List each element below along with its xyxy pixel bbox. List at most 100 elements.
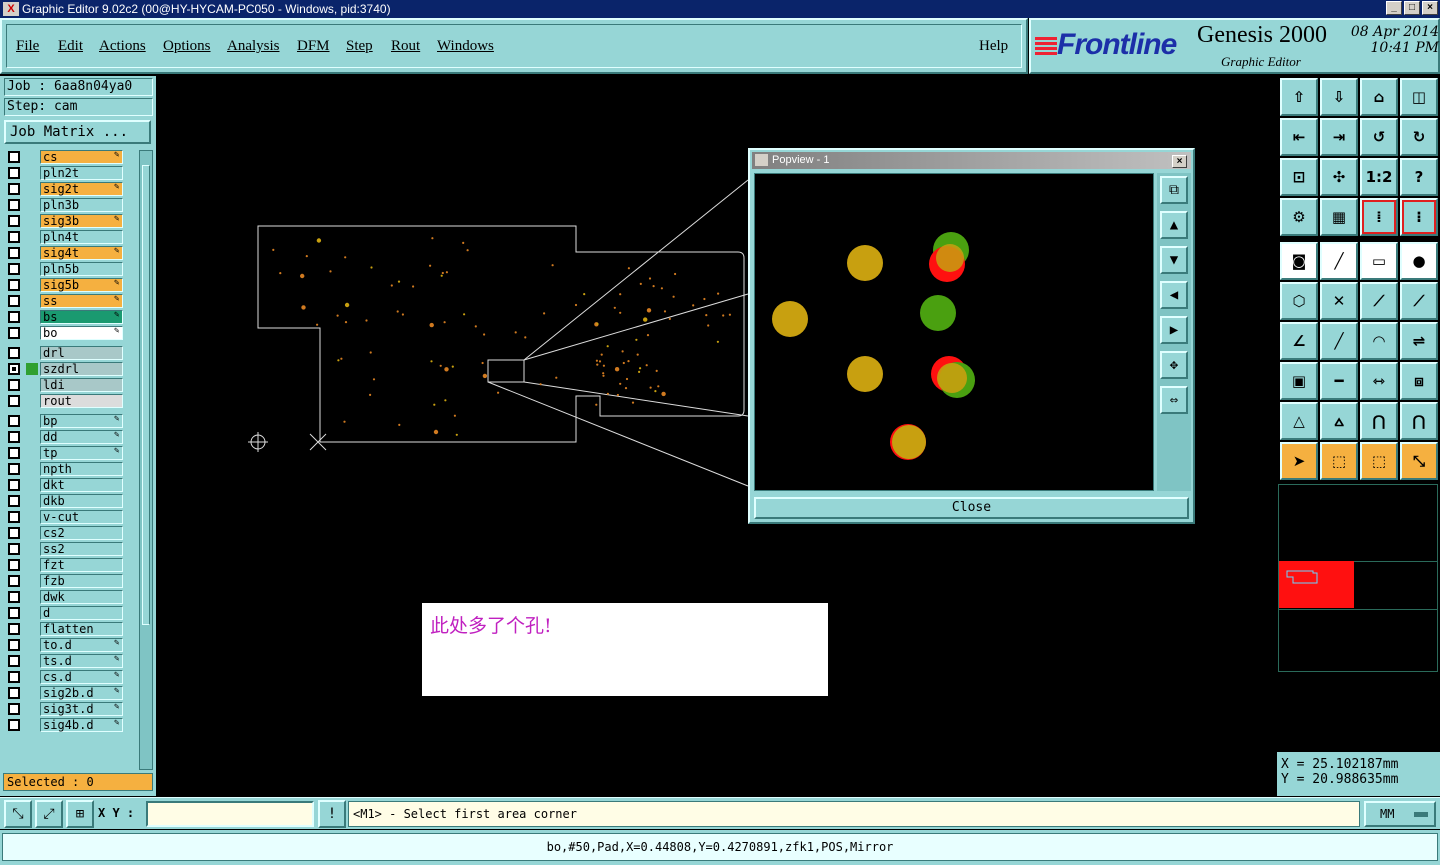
layer-row[interactable]: dkb <box>4 494 139 508</box>
snap-center-icon[interactable]: ⁝ <box>1400 198 1438 236</box>
mirror-text-icon[interactable]: ⇌ <box>1400 322 1438 360</box>
layer-checkbox[interactable] <box>8 719 20 731</box>
measure-diagonal-icon[interactable]: ⤢ <box>35 800 63 828</box>
layer-name[interactable]: sig4b.d <box>40 718 123 732</box>
layer-checkbox[interactable] <box>8 543 20 555</box>
layer-checkbox[interactable] <box>8 463 20 475</box>
layer-name[interactable]: drl <box>40 346 123 360</box>
help-icon[interactable]: ? <box>1400 158 1438 196</box>
line-end-icon[interactable]: ⟋ <box>1400 282 1438 320</box>
layer-name[interactable]: rout <box>40 394 123 408</box>
redraw-icon[interactable]: ↻ <box>1400 118 1438 156</box>
zoom-center-icon[interactable]: ✣ <box>1320 158 1358 196</box>
layer-checkbox[interactable] <box>8 703 20 715</box>
layer-name[interactable]: ldi <box>40 378 123 392</box>
layer-row[interactable]: pln4t <box>4 230 139 244</box>
layer-name[interactable]: bo <box>40 326 123 340</box>
overview-viewport[interactable] <box>1279 561 1354 608</box>
pad-select-icon[interactable]: ▣ <box>1280 362 1318 400</box>
layer-name[interactable]: sig4t <box>40 246 123 260</box>
layer-row[interactable]: to.d ✎ <box>4 638 139 652</box>
pan-down-icon[interactable]: ▼ <box>1160 246 1188 274</box>
window-layout-icon[interactable]: ◫ <box>1400 78 1438 116</box>
layer-row[interactable]: sig3t.d ✎ <box>4 702 139 716</box>
layer-row[interactable]: bs ✎ <box>4 310 139 324</box>
layer-name[interactable]: dwk <box>40 590 123 604</box>
layer-row[interactable]: cs.d ✎ <box>4 670 139 684</box>
layer-name[interactable]: npth <box>40 462 123 476</box>
layer-row[interactable]: sig3b ✎ <box>4 214 139 228</box>
layer-checkbox[interactable] <box>8 687 20 699</box>
add-pad-icon[interactable]: ◙ <box>1280 242 1318 280</box>
menu-rout[interactable]: Rout <box>391 38 420 55</box>
connect-icon[interactable]: ⬡ <box>1280 282 1318 320</box>
move-right-icon[interactable]: ⇥ <box>1320 118 1358 156</box>
layer-name[interactable]: sig5b <box>40 278 123 292</box>
triangle-icon[interactable]: △ <box>1280 402 1318 440</box>
triangle-up-icon[interactable]: ⩟ <box>1320 402 1358 440</box>
layer-checkbox[interactable] <box>8 623 20 635</box>
layer-row[interactable]: bp ✎ <box>4 414 139 428</box>
popview-canvas[interactable] <box>754 173 1154 491</box>
open-step-icon[interactable]: ⇧ <box>1280 78 1318 116</box>
units-select[interactable]: MM <box>1364 801 1436 827</box>
layer-row[interactable]: pln2t <box>4 166 139 180</box>
layer-name[interactable]: cs.d <box>40 670 123 684</box>
layer-checkbox[interactable] <box>8 607 20 619</box>
layer-row[interactable]: dwk <box>4 590 139 604</box>
layer-checkbox[interactable] <box>8 311 20 323</box>
layer-checkbox[interactable] <box>8 199 20 211</box>
select-frame-icon[interactable]: ⬚ <box>1360 442 1398 480</box>
layer-name[interactable]: d <box>40 606 123 620</box>
snap-icon[interactable]: ⁞ <box>1360 198 1398 236</box>
layer-row[interactable]: rout <box>4 394 139 408</box>
menu-file[interactable]: File <box>16 38 39 55</box>
tools-icon[interactable]: ⚙ <box>1280 198 1318 236</box>
layer-name[interactable]: fzt <box>40 558 123 572</box>
arch-cut-icon[interactable]: ⋂ <box>1400 402 1438 440</box>
layer-checkbox[interactable] <box>8 263 20 275</box>
layer-checkbox[interactable] <box>8 575 20 587</box>
menu-actions[interactable]: Actions <box>99 38 146 55</box>
layer-name[interactable]: szdrl <box>40 362 123 376</box>
layer-row[interactable]: sig5b ✎ <box>4 278 139 292</box>
layer-checkbox[interactable] <box>8 167 20 179</box>
minimize-button[interactable]: _ <box>1386 1 1402 15</box>
arc-icon[interactable]: ◠ <box>1360 322 1398 360</box>
layer-name[interactable]: dkt <box>40 478 123 492</box>
layer-list[interactable]: cs ✎ pln2t sig2t ✎ pln3b sig3b ✎ pln4t sig4t ✎ pln5… <box>4 150 139 770</box>
layer-checkbox[interactable] <box>8 639 20 651</box>
layer-checkbox[interactable] <box>8 151 20 163</box>
layer-name[interactable]: pln3b <box>40 198 123 212</box>
save-icon[interactable]: ⇩ <box>1320 78 1358 116</box>
grid-icon[interactable]: ▦ <box>1320 198 1358 236</box>
alert-icon[interactable]: ! <box>318 800 346 828</box>
layer-checkbox[interactable] <box>8 527 20 539</box>
popview-close-button[interactable]: Close <box>754 497 1189 519</box>
menu-edit[interactable]: Edit <box>58 38 83 55</box>
layer-checkbox[interactable] <box>8 415 20 427</box>
layer-row[interactable]: pln3b <box>4 198 139 212</box>
move-left-icon[interactable]: ⇤ <box>1280 118 1318 156</box>
popview-close-icon[interactable]: × <box>1172 155 1187 168</box>
layer-name[interactable]: sig2t <box>40 182 123 196</box>
zoom-window-icon[interactable]: ⧉ <box>1160 176 1188 204</box>
select-pointer-icon[interactable]: ➤ <box>1280 442 1318 480</box>
layer-row[interactable]: fzb <box>4 574 139 588</box>
layer-checkbox[interactable] <box>8 363 20 375</box>
layer-checkbox[interactable] <box>8 183 20 195</box>
layer-checkbox[interactable] <box>8 495 20 507</box>
layer-checkbox[interactable] <box>8 215 20 227</box>
layer-checkbox[interactable] <box>8 511 20 523</box>
layer-row[interactable]: v-cut <box>4 510 139 524</box>
layer-checkbox[interactable] <box>8 395 20 407</box>
angle-icon[interactable]: ∠ <box>1280 322 1318 360</box>
delete-icon[interactable]: ✕ <box>1320 282 1358 320</box>
home-icon[interactable]: ⌂ <box>1360 78 1398 116</box>
menu-windows[interactable]: Windows <box>437 38 494 55</box>
layer-name[interactable]: bp <box>40 414 123 428</box>
layer-checkbox[interactable] <box>8 479 20 491</box>
add-surface-icon[interactable]: ● <box>1400 242 1438 280</box>
layer-row[interactable]: bo ✎ <box>4 326 139 340</box>
overview-map[interactable] <box>1278 484 1438 672</box>
